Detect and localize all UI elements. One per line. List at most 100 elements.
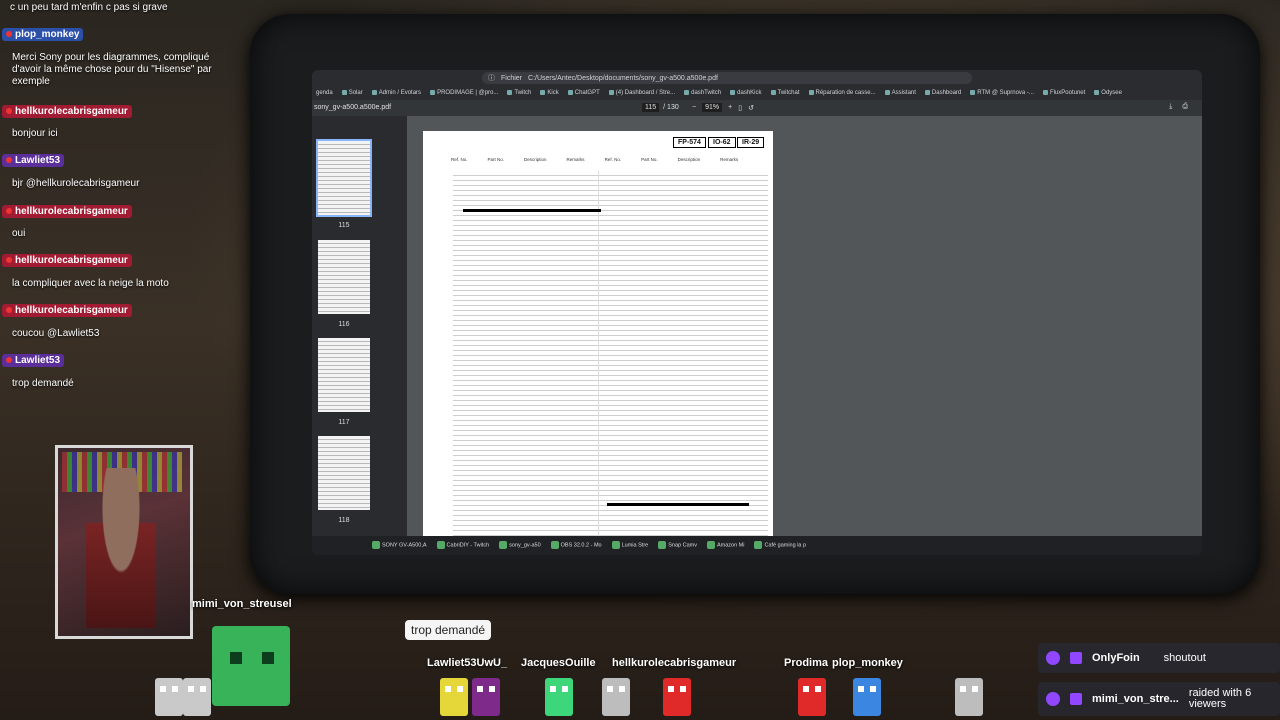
chat-message: hellkurolecabrisgameur: [2, 105, 132, 118]
zoom-out-button[interactable]: −: [692, 104, 696, 111]
bookmark-icon: [371, 89, 377, 95]
bookmark-item[interactable]: Twitch: [507, 89, 531, 96]
alert-action: raided with 6 viewers: [1188, 687, 1252, 710]
bookmark-item[interactable]: Assistant: [884, 89, 916, 96]
badge-icon: [6, 31, 12, 38]
parts-list: [453, 171, 768, 541]
col-header: Remarks: [720, 157, 739, 162]
pdf-page: FP-574 IO-62 IR-29 Ref. No. Part No. Des…: [423, 131, 773, 546]
taskbar-item[interactable]: CabriDIY - Twitch: [436, 541, 489, 549]
chat-message: plop_monkey: [2, 28, 84, 41]
twitch-icon: [1070, 652, 1082, 664]
thumbnail-page[interactable]: [318, 436, 370, 510]
bookmark-item[interactable]: PRODIMAGE | @pro...: [430, 89, 498, 96]
avatar-eyes: [607, 686, 625, 692]
bookmark-item[interactable]: FluxPootunet: [1042, 89, 1085, 96]
taskbar-item[interactable]: Snap Camv: [658, 541, 697, 549]
bookmark-item[interactable]: RTM @ Suprnova -...: [970, 89, 1034, 96]
bookmark-icon: [341, 89, 347, 95]
chat-message-text: bjr @hellkurolecabrisgameur: [12, 178, 140, 189]
page-number-input[interactable]: 115: [642, 103, 660, 112]
bookmark-icon: [730, 89, 736, 95]
thumbnail-page[interactable]: [318, 338, 370, 412]
bookmark-icon: [1094, 89, 1100, 95]
zoom-controls: − 91% + ▯ ↺: [692, 103, 754, 112]
chat-username: hellkurolecabrisgameur: [2, 304, 132, 317]
thumbnail-page[interactable]: [318, 240, 370, 314]
badge-icon: [6, 108, 12, 115]
alert-icon: [1046, 692, 1060, 706]
bookmarks-bar: genda Solar Admin / Evotars PRODIMAGE | …: [312, 86, 1202, 100]
avatar-name: Prodima: [784, 657, 829, 669]
fit-page-icon[interactable]: ▯: [738, 104, 742, 112]
address-field[interactable]: ⓘ Fichier C:/Users/Antec/Desktop/documen…: [482, 72, 972, 84]
thumbnail-sidebar: 115 116 117 118: [312, 116, 407, 536]
chat-message-text: la compliquer avec la neige la moto: [12, 278, 169, 289]
thumbnail-page[interactable]: [316, 139, 372, 217]
taskbar-item[interactable]: Lumia Stre: [611, 541, 648, 549]
col-header: Remarks: [566, 157, 585, 162]
browser-address-bar: ⓘ Fichier C:/Users/Antec/Desktop/documen…: [312, 70, 1202, 86]
bookmark-item[interactable]: Odysee: [1094, 89, 1122, 96]
bookmark-item[interactable]: Réparation de casse...: [808, 89, 876, 96]
taskbar-item[interactable]: Café gaming la p: [754, 541, 806, 549]
bookmark-item[interactable]: Kick: [540, 89, 559, 96]
chat-username: plop_monkey: [2, 28, 84, 41]
bookmark-item[interactable]: Dashboard: [924, 89, 961, 96]
bookmark-item[interactable]: Twitchat: [770, 89, 800, 96]
alert-user: OnlyFoin: [1092, 652, 1140, 664]
avatar-eyes: [445, 686, 463, 692]
thumbnail-label: 115: [338, 222, 350, 229]
avatar-name: mimi_von_streusel: [192, 598, 292, 610]
avatar-eyes: [160, 686, 178, 692]
print-icon[interactable]: ⎙: [1182, 103, 1188, 111]
bookmark-icon: [540, 89, 546, 95]
chat-message-text: trop demandé: [12, 378, 74, 389]
webcam-feed: [55, 445, 193, 639]
col-header: Ref. No.: [604, 157, 622, 162]
avatar-name: hellkurolecabrisgameur: [612, 657, 737, 669]
bookmark-icon: [970, 89, 976, 95]
bookmark-item[interactable]: ChatGPT: [567, 89, 600, 96]
badge-icon: [6, 307, 12, 314]
avatar: [602, 678, 630, 716]
badge-icon: [6, 208, 12, 215]
chat-username: hellkurolecabrisgameur: [2, 254, 132, 267]
bookmark-icon: [608, 89, 614, 95]
bookmark-item[interactable]: (4) Dashboard / Stre...: [608, 89, 675, 96]
address-text: C:/Users/Antec/Desktop/documents/sony_gv…: [528, 74, 718, 82]
taskbar-item[interactable]: Amazon Mi: [706, 541, 744, 549]
highlight-bar: [463, 209, 601, 212]
bookmark-item[interactable]: dashKick: [730, 89, 762, 96]
chat-username: hellkurolecabrisgameur: [2, 105, 132, 118]
taskbar-item[interactable]: SONY GV-A500,A: [372, 541, 427, 549]
avatar: [545, 678, 573, 716]
avatar-eyes: [550, 686, 568, 692]
col-header: Description: [524, 157, 547, 162]
download-icon[interactable]: ⤓: [1169, 103, 1172, 111]
avatar-eyes: [230, 652, 274, 664]
zoom-in-button[interactable]: +: [728, 104, 732, 111]
taskbar-item[interactable]: OBS 32.0.2 - Mo: [550, 541, 602, 549]
avatar-name: JacquesOuille: [521, 657, 596, 669]
page-total: / 130: [663, 104, 679, 111]
page-mark: IO-62: [708, 137, 736, 148]
bookmark-item[interactable]: Admin / Evotars: [371, 89, 421, 96]
chat-username: Lawliet53: [2, 154, 65, 167]
chat-message: hellkurolecabrisgameur: [2, 304, 132, 317]
rotate-icon[interactable]: ↺: [748, 104, 754, 112]
taskbar-item[interactable]: sony_gv-a50: [499, 541, 541, 549]
bookmark-item[interactable]: Solar: [341, 89, 363, 96]
app-icon: [499, 541, 508, 549]
zoom-level[interactable]: 91%: [702, 103, 723, 112]
bookmark-icon: [884, 89, 890, 95]
chat-overlay: c un peu tard m'enfin c pas si grave plo…: [0, 0, 230, 400]
avatar-eyes: [188, 686, 206, 692]
bookmark-icon: [430, 89, 436, 95]
pdf-viewer-canvas[interactable]: FP-574 IO-62 IR-29 Ref. No. Part No. Des…: [407, 116, 1202, 546]
bookmark-item[interactable]: genda: [316, 90, 333, 96]
bookmark-item[interactable]: dashTwitch: [684, 89, 721, 96]
highlight-bar: [607, 503, 749, 506]
shoutout-alert: OnlyFoin shoutout: [1038, 643, 1280, 673]
file-icon: ⓘ: [488, 75, 495, 82]
